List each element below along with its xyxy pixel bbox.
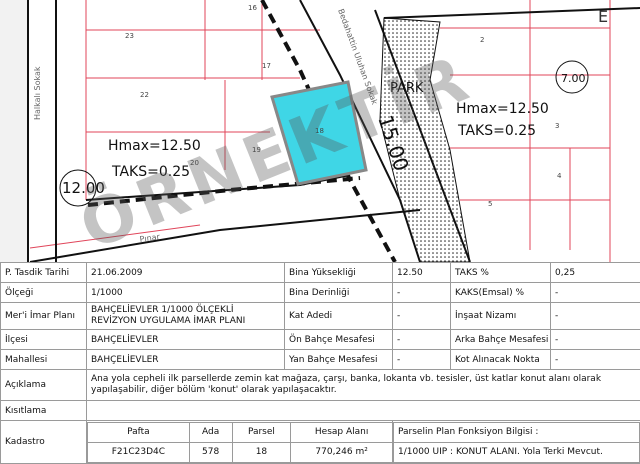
table-row: Kadastro Pafta Ada Parsel Hesap Alanı F2… [1, 421, 640, 464]
value-tasdik-tarihi: 21.06.2009 [87, 263, 285, 283]
value-on-bahce: - [393, 330, 451, 350]
label-tasdik-tarihi: P. Tasdik Tarihi [1, 263, 87, 283]
value-kaks: - [551, 283, 640, 303]
kadastro-header-parsel: Parsel [232, 422, 291, 442]
fonksiyon-cell: Parselin Plan Fonksiyon Bilgisi : 1/1000… [393, 421, 640, 464]
label-kaks: KAKS(Emsal) % [451, 283, 551, 303]
parcel-4: 4 [557, 172, 562, 180]
label-mahallesi: Mahallesi [1, 350, 87, 370]
map-canvas: 23 16 17 22 18 19 20 2 3 4 5 E Halkalı S… [0, 0, 640, 262]
zone-right-taks: TAKS=0.25 [457, 123, 536, 139]
value-olcegi: 1/1000 [87, 283, 285, 303]
table-row: Ölçeği 1/1000 Bina Derinliği - KAKS(Emsa… [1, 283, 640, 303]
value-bina-derinligi: - [393, 283, 451, 303]
table-row: Mahallesi BAHÇELİEVLER Yan Bahçe Mesafes… [1, 350, 640, 370]
value-imar-plani: BAHÇELİEVLER 1/1000 ÖLÇEKLİ REVİZYON UYG… [87, 303, 285, 330]
kadastro-header-pafta: Pafta [88, 422, 190, 442]
label-kot-nokta: Kot Alınacak Nokta [451, 350, 551, 370]
kadastro-cell: Pafta Ada Parsel Hesap Alanı F21C23D4C 5… [87, 421, 393, 464]
label-on-bahce: Ön Bahçe Mesafesi [285, 330, 393, 350]
label-arka-bahce: Arka Bahçe Mesafesi [451, 330, 551, 350]
value-arka-bahce: - [551, 330, 640, 350]
label-imar-plani: Mer'i İmar Planı [1, 303, 87, 330]
kadastro-value-parsel: 18 [232, 442, 291, 462]
kadastro-value-hesap-alani: 770,246 m² [291, 442, 392, 462]
value-taks: 0,25 [551, 263, 640, 283]
kadastro-header-hesap-alani: Hesap Alanı [291, 422, 392, 442]
label-yan-bahce: Yan Bahçe Mesafesi [285, 350, 393, 370]
parcel-16: 16 [248, 4, 257, 12]
label-olcegi: Ölçeği [1, 283, 87, 303]
table-row: Kısıtlama [1, 401, 640, 421]
zoning-map[interactable]: 23 16 17 22 18 19 20 2 3 4 5 E Halkalı S… [0, 0, 640, 262]
kadastro-value-pafta: F21C23D4C [88, 442, 190, 462]
parcel-5: 5 [488, 200, 492, 208]
parcel-info-panel: P. Tasdik Tarihi 21.06.2009 Bina Yüksekl… [0, 262, 640, 459]
value-aciklama: Ana yola cepheli ilk parsellerde zemin k… [87, 370, 640, 401]
table-row: İlçesi BAHÇELİEVLER Ön Bahçe Mesafesi - … [1, 330, 640, 350]
parcel-23: 23 [125, 32, 134, 40]
label-bina-derinligi: Bina Derinliği [285, 283, 393, 303]
table-row: Mer'i İmar Planı BAHÇELİEVLER 1/1000 ÖLÇ… [1, 303, 640, 330]
label-bina-yuksekligi: Bina Yüksekliği [285, 263, 393, 283]
value-kot-nokta: - [551, 350, 640, 370]
kadastro-value-ada: 578 [189, 442, 232, 462]
value-yan-bahce: - [393, 350, 451, 370]
map-letter-e: E [598, 7, 608, 26]
parcel-17: 17 [262, 62, 271, 70]
fonksiyon-value: 1/1000 UIP : KONUT ALANI. Yola Terki Mev… [394, 442, 640, 462]
label-kadastro: Kadastro [1, 421, 87, 464]
value-mahallesi: BAHÇELİEVLER [87, 350, 285, 370]
label-kisitlama: Kısıtlama [1, 401, 87, 421]
table-row: Açıklama Ana yola cepheli ilk parsellerd… [1, 370, 640, 401]
value-kisitlama [87, 401, 640, 421]
elevation-right: 7.00 [561, 72, 586, 85]
parcel-3: 3 [555, 122, 559, 130]
label-taks: TAKS % [451, 263, 551, 283]
label-ilcesi: İlçesi [1, 330, 87, 350]
value-insaat-nizami: - [551, 303, 640, 330]
value-kat-adedi: - [393, 303, 451, 330]
fonksiyon-label: Parselin Plan Fonksiyon Bilgisi : [394, 422, 640, 442]
kadastro-table: Pafta Ada Parsel Hesap Alanı F21C23D4C 5… [87, 422, 392, 463]
kadastro-header-ada: Ada [189, 422, 232, 442]
parcel-22: 22 [140, 91, 149, 99]
parcel-info-table: P. Tasdik Tarihi 21.06.2009 Bina Yüksekl… [0, 262, 640, 464]
parcel-2: 2 [480, 36, 484, 44]
value-ilcesi: BAHÇELİEVLER [87, 330, 285, 350]
label-kat-adedi: Kat Adedi [285, 303, 393, 330]
label-insaat-nizami: İnşaat Nizamı [451, 303, 551, 330]
label-aciklama: Açıklama [1, 370, 87, 401]
table-row: P. Tasdik Tarihi 21.06.2009 Bina Yüksekl… [1, 263, 640, 283]
value-bina-yuksekligi: 12.50 [393, 263, 451, 283]
street-left-label: Halkalı Sokak [33, 66, 42, 120]
